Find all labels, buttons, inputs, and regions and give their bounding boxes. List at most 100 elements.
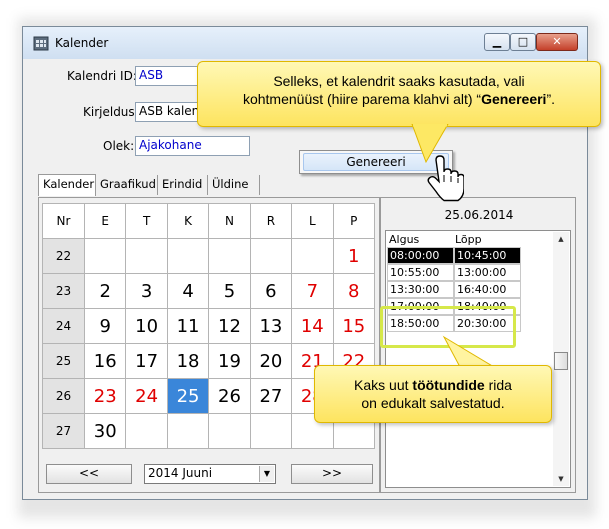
day-cell[interactable]: 16 bbox=[83, 343, 127, 379]
close-button[interactable]: ✕ bbox=[536, 33, 578, 51]
callout-pointer bbox=[442, 335, 495, 367]
day-cell[interactable]: 26 bbox=[208, 378, 251, 414]
day-cell[interactable]: 11 bbox=[166, 308, 210, 344]
day-cell[interactable] bbox=[208, 413, 251, 449]
description-label: Kirjeldus: bbox=[83, 105, 139, 119]
week-number: 27 bbox=[42, 413, 85, 449]
week-number: 22 bbox=[42, 238, 85, 274]
week-row: 23 2 3 4 5 6 7 8 bbox=[42, 273, 376, 309]
day-cell[interactable] bbox=[166, 413, 210, 449]
title-bar[interactable]: Kalender ▁ □ ✕ bbox=[23, 27, 587, 59]
callout-text: rida bbox=[484, 377, 512, 393]
day-cell[interactable]: 19 bbox=[208, 343, 251, 379]
callout-text: kohtmenüüst (hiire parema klahvi alt) “ bbox=[242, 91, 482, 107]
day-cell[interactable] bbox=[208, 238, 251, 274]
callout-line: Selleks, et kalendrit saaks kasutada, va… bbox=[273, 73, 525, 89]
day-cell[interactable]: 13 bbox=[249, 308, 293, 344]
week-row: 22 1 bbox=[42, 238, 376, 274]
description-field[interactable]: ASB kalend bbox=[135, 102, 205, 122]
day-cell[interactable] bbox=[249, 413, 293, 449]
day-cell[interactable]: 5 bbox=[208, 273, 251, 309]
day-cell[interactable]: 15 bbox=[332, 308, 376, 344]
status-label: Olek: bbox=[103, 139, 135, 153]
week-number: 24 bbox=[42, 308, 85, 344]
day-cell[interactable]: 24 bbox=[125, 378, 168, 414]
day-cell[interactable] bbox=[125, 238, 168, 274]
day-cell[interactable] bbox=[125, 413, 168, 449]
day-cell[interactable]: 17 bbox=[125, 343, 168, 379]
day-cell[interactable]: 14 bbox=[291, 308, 334, 344]
month-select-value: 2014 Juuni bbox=[148, 466, 213, 480]
day-cell[interactable]: 7 bbox=[291, 273, 334, 309]
callout-bold: Genereeri bbox=[481, 91, 547, 107]
previous-month-button[interactable]: << bbox=[46, 464, 132, 484]
scroll-up-icon[interactable]: ▲ bbox=[553, 232, 569, 246]
calendar-app-icon bbox=[33, 36, 49, 51]
weekday-header: P bbox=[332, 203, 376, 239]
day-cell[interactable]: 1 bbox=[332, 238, 376, 274]
scrollbar-thumb[interactable] bbox=[554, 352, 568, 370]
time-row[interactable]: 08:00:00 10:45:00 bbox=[387, 247, 521, 264]
week-number: 25 bbox=[42, 343, 85, 379]
time-row[interactable]: 13:30:00 16:40:00 bbox=[387, 281, 521, 298]
day-cell[interactable]: 30 bbox=[83, 413, 127, 449]
tab-uldine[interactable]: Üldine bbox=[208, 175, 260, 195]
calendar-id-field[interactable]: ASB bbox=[135, 66, 205, 86]
day-cell[interactable] bbox=[83, 238, 127, 274]
tip-callout-generate: Selleks, et kalendrit saaks kasutada, va… bbox=[197, 61, 601, 127]
month-select[interactable]: 2014 Juuni ▼ bbox=[144, 464, 276, 484]
start-time-cell: 13:30:00 bbox=[387, 281, 454, 298]
tab-kalender[interactable]: Kalender bbox=[38, 174, 96, 196]
day-cell[interactable]: 23 bbox=[83, 378, 127, 414]
day-cell[interactable]: 8 bbox=[332, 273, 376, 309]
maximize-icon: □ bbox=[517, 35, 529, 48]
weekday-header: E bbox=[83, 203, 127, 239]
weekday-header: K bbox=[166, 203, 210, 239]
time-row[interactable]: 10:55:00 13:00:00 bbox=[387, 264, 521, 281]
tab-graafikud[interactable]: Graafikud bbox=[96, 175, 158, 195]
weekday-header: L bbox=[291, 203, 334, 239]
day-cell[interactable]: 6 bbox=[249, 273, 293, 309]
day-cell[interactable]: 20 bbox=[249, 343, 293, 379]
callout-pointer bbox=[411, 124, 449, 164]
callout-line: Kaks uut töötundide rida bbox=[315, 376, 551, 394]
day-cell[interactable]: 18 bbox=[166, 343, 210, 379]
start-time-cell: 08:00:00 bbox=[387, 247, 454, 264]
selected-date: 25.06.2014 bbox=[444, 208, 514, 222]
window-title: Kalender bbox=[55, 36, 109, 50]
close-icon: ✕ bbox=[552, 35, 562, 48]
day-cell-selected[interactable]: 25 bbox=[166, 378, 210, 414]
callout-bold: töötundide bbox=[412, 377, 485, 393]
day-cell[interactable]: 4 bbox=[166, 273, 210, 309]
day-cell[interactable]: 9 bbox=[83, 308, 127, 344]
callout-line: on edukalt salvestatud. bbox=[361, 395, 505, 411]
day-cell[interactable] bbox=[166, 238, 210, 274]
day-cell[interactable] bbox=[291, 238, 334, 274]
chevron-down-icon[interactable]: ▼ bbox=[259, 466, 274, 482]
day-cell[interactable]: 12 bbox=[208, 308, 251, 344]
day-cell[interactable]: 27 bbox=[249, 378, 293, 414]
week-number-header: Nr bbox=[42, 203, 85, 239]
week-number: 23 bbox=[42, 273, 85, 309]
day-cell[interactable]: 2 bbox=[83, 273, 127, 309]
calendar-panel: Nr E T K N R L P 22 1 23 2 3 4 5 6 7 8 2… bbox=[38, 197, 380, 493]
day-cell[interactable] bbox=[249, 238, 293, 274]
day-cell[interactable]: 3 bbox=[125, 273, 168, 309]
minimize-button[interactable]: ▁ bbox=[484, 33, 510, 51]
next-month-button[interactable]: >> bbox=[291, 464, 373, 484]
end-time-cell: 16:40:00 bbox=[454, 281, 521, 298]
column-end-header: Lõpp bbox=[455, 233, 482, 246]
maximize-button[interactable]: □ bbox=[510, 33, 536, 51]
start-time-cell: 10:55:00 bbox=[387, 264, 454, 281]
tip-callout-saved: Kaks uut töötundide rida on edukalt salv… bbox=[314, 365, 552, 423]
vertical-scrollbar[interactable]: ▲ ▼ bbox=[553, 232, 569, 486]
calendar-id-label: Kalendri ID: bbox=[67, 69, 137, 83]
status-field[interactable]: Ajakohane bbox=[135, 136, 250, 156]
weekday-header: R bbox=[249, 203, 293, 239]
scroll-down-icon[interactable]: ▼ bbox=[553, 472, 569, 486]
day-cell[interactable]: 10 bbox=[125, 308, 168, 344]
tab-erindid[interactable]: Erindid bbox=[158, 175, 208, 195]
calendar-header-row: Nr E T K N R L P bbox=[42, 203, 376, 239]
column-start-header: Algus bbox=[389, 233, 420, 246]
minimize-icon: ▁ bbox=[492, 35, 502, 48]
